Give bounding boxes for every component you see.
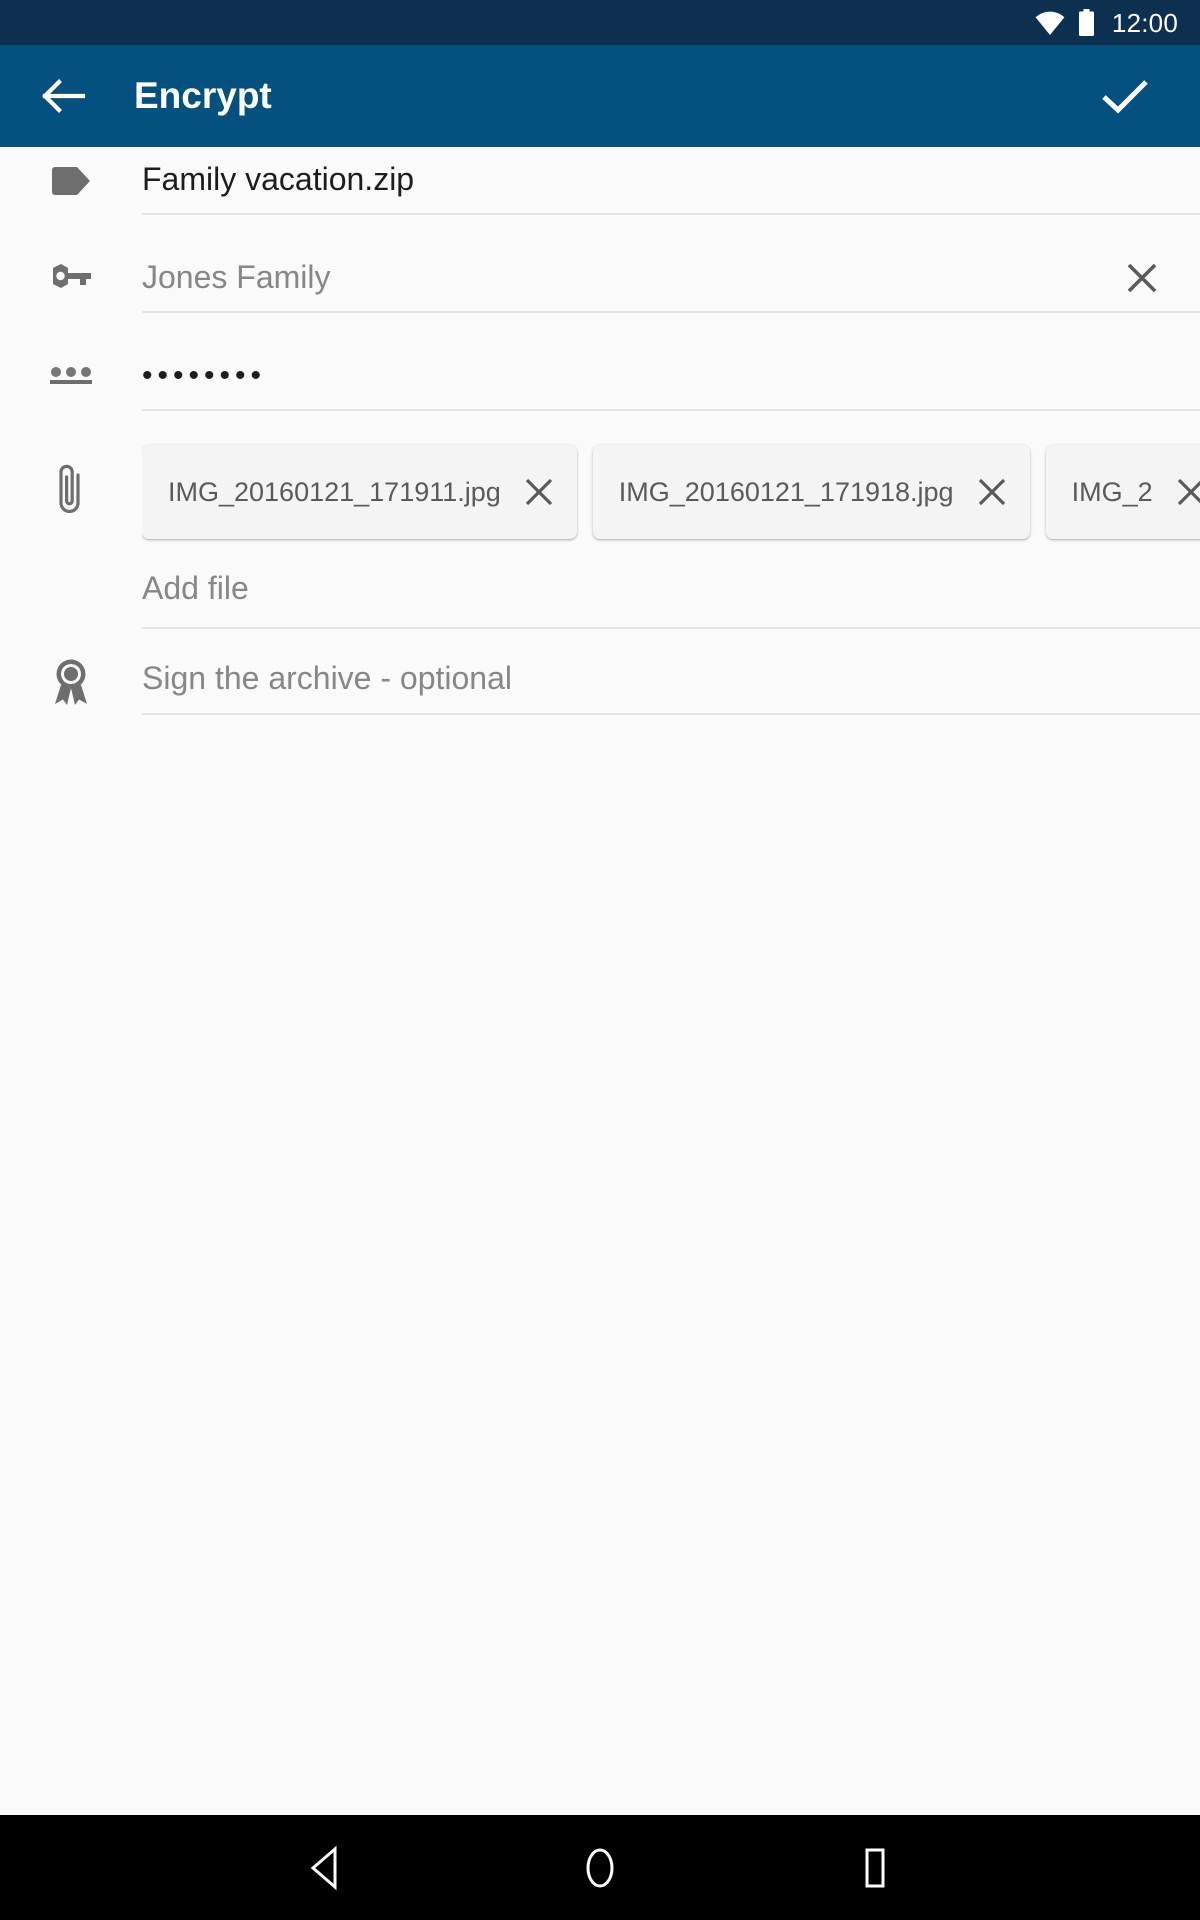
nav-home-circle-icon[interactable] bbox=[565, 1833, 635, 1903]
add-file-icon-cell bbox=[0, 551, 142, 569]
nav-back-triangle-icon[interactable] bbox=[291, 1833, 361, 1903]
key-name-field[interactable]: Jones Family bbox=[142, 245, 1200, 313]
archive-name-body: Family vacation.zip bbox=[142, 147, 1200, 215]
archive-name-row: Family vacation.zip bbox=[0, 147, 1200, 231]
key-name-row: Jones Family bbox=[0, 245, 1200, 329]
password-field[interactable]: •••••••• bbox=[142, 343, 1200, 411]
confirm-button[interactable] bbox=[1094, 65, 1156, 127]
status-bar-icons: 12:00 bbox=[1035, 9, 1178, 36]
tag-icon bbox=[50, 165, 92, 202]
password-icon-cell bbox=[0, 343, 142, 394]
attachment-chip[interactable]: IMG_20160121_171911.jpg bbox=[142, 445, 577, 539]
status-bar: 12:00 bbox=[0, 0, 1200, 45]
app-toolbar: Encrypt bbox=[0, 45, 1200, 147]
sign-archive-row: Sign the archive - optional bbox=[0, 645, 1200, 729]
key-name-value: Jones Family bbox=[142, 259, 331, 295]
key-name-body: Jones Family bbox=[142, 245, 1200, 313]
app-root: 12:00 Encrypt Family vacation.zip Jones … bbox=[0, 0, 1200, 1920]
clear-key-name-button[interactable] bbox=[1120, 256, 1164, 300]
attachments-row: IMG_20160121_171911.jpg IMG_20160121_171… bbox=[0, 433, 1200, 551]
android-nav-bar bbox=[0, 1815, 1200, 1920]
back-button[interactable] bbox=[36, 68, 92, 124]
archive-name-value: Family vacation.zip bbox=[142, 161, 415, 197]
attachment-chip-label: IMG_2 bbox=[1071, 476, 1153, 507]
attachment-chip-label: IMG_20160121_171911.jpg bbox=[168, 476, 501, 507]
password-dots-icon bbox=[50, 365, 92, 394]
key-icon bbox=[49, 263, 93, 294]
remove-attachment-button[interactable] bbox=[519, 472, 559, 512]
award-ribbon-icon bbox=[50, 657, 92, 712]
password-value: •••••••• bbox=[142, 359, 267, 392]
password-row: •••••••• bbox=[0, 343, 1200, 427]
add-file-field[interactable]: Add file bbox=[142, 551, 1200, 629]
sign-archive-body: Sign the archive - optional bbox=[142, 645, 1200, 715]
nav-recents-square-icon[interactable] bbox=[839, 1833, 909, 1903]
key-name-icon-cell bbox=[0, 245, 142, 294]
attachment-chip-label: IMG_20160121_171918.jpg bbox=[618, 476, 954, 507]
encrypt-form: Family vacation.zip Jones Family •••••••… bbox=[0, 147, 1200, 1815]
sign-archive-icon-cell bbox=[0, 645, 142, 712]
archive-name-field[interactable]: Family vacation.zip bbox=[142, 147, 1200, 215]
attachments-icon-cell bbox=[0, 433, 142, 551]
remove-attachment-button[interactable] bbox=[1171, 472, 1200, 512]
attachment-icon bbox=[55, 461, 87, 524]
attachment-chip[interactable]: IMG_20160121_171918.jpg bbox=[592, 445, 1030, 539]
add-file-row: Add file bbox=[0, 551, 1200, 633]
attachment-chip[interactable]: IMG_2 bbox=[1045, 445, 1200, 539]
password-body: •••••••• bbox=[142, 343, 1200, 411]
battery-icon bbox=[1078, 9, 1095, 36]
remove-attachment-button[interactable] bbox=[972, 472, 1012, 512]
add-file-body: Add file bbox=[142, 551, 1200, 629]
add-file-label: Add file bbox=[142, 570, 249, 606]
page-title: Encrypt bbox=[134, 75, 272, 116]
sign-archive-field[interactable]: Sign the archive - optional bbox=[142, 645, 1200, 715]
wifi-icon bbox=[1035, 11, 1065, 35]
status-bar-time: 12:00 bbox=[1111, 7, 1178, 38]
archive-name-icon-cell bbox=[0, 147, 142, 202]
attachment-chip-list[interactable]: IMG_20160121_171911.jpg IMG_20160121_171… bbox=[142, 433, 1200, 551]
sign-archive-label: Sign the archive - optional bbox=[142, 660, 512, 696]
